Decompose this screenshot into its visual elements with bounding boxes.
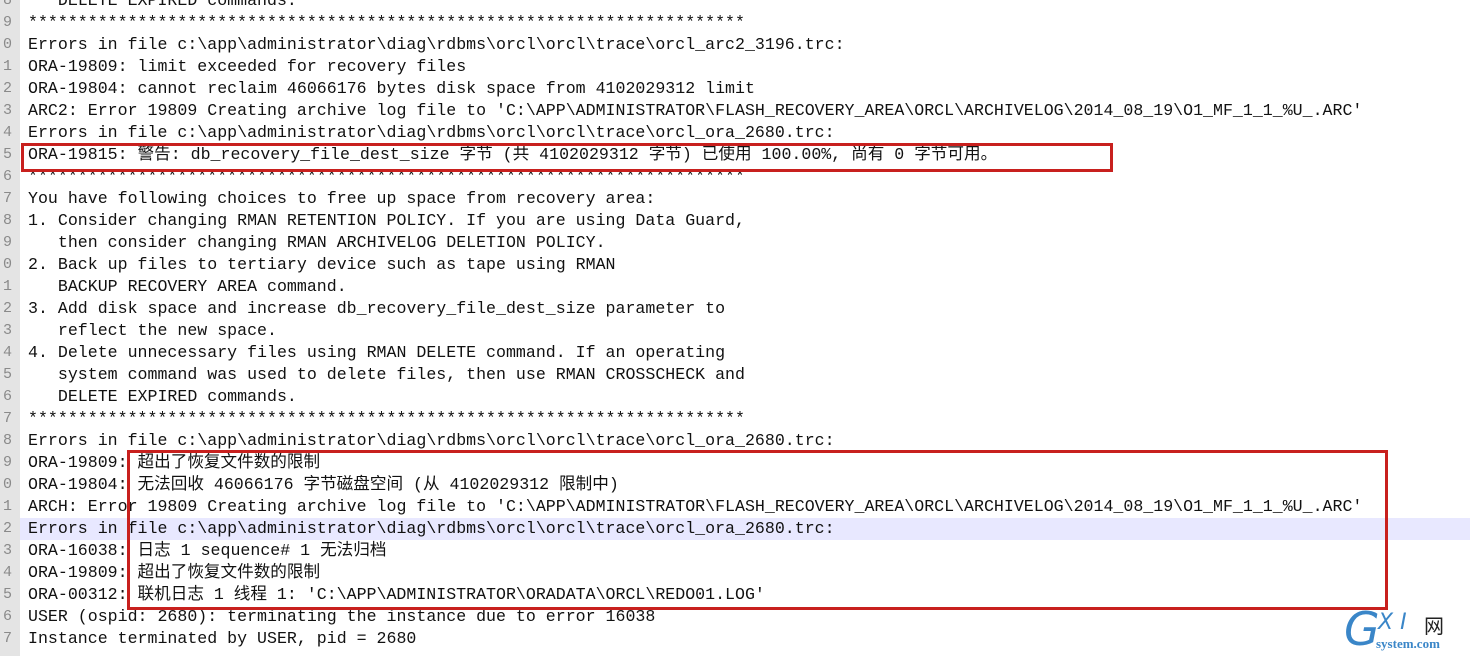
line-number: 5 <box>0 144 20 166</box>
line-text: BACKUP RECOVERY AREA command. <box>28 277 347 296</box>
watermark-g: G <box>1344 602 1380 656</box>
editor-line[interactable]: 7 ***************************************… <box>0 408 1470 430</box>
editor-line[interactable]: 7 Instance terminated by USER, pid = 2680 <box>0 628 1470 650</box>
editor-line[interactable]: 2 ORA-19804: cannot reclaim 46066176 byte… <box>0 78 1470 100</box>
line-number: 0 <box>0 34 20 56</box>
line-number: 4 <box>0 122 20 144</box>
editor-line[interactable]: 3 ARC2: Error 19809 Creating archive log … <box>0 100 1470 122</box>
editor-line[interactable]: 6 ***************************************… <box>0 166 1470 188</box>
line-number: 3 <box>0 100 20 122</box>
line-number: 2 <box>0 78 20 100</box>
editor-line[interactable]: 1 BACKUP RECOVERY AREA command. <box>0 276 1470 298</box>
line-number: 4 <box>0 342 20 364</box>
line-number: 8 <box>0 430 20 452</box>
line-number: 9 <box>0 452 20 474</box>
line-number: 2 <box>0 298 20 320</box>
editor-line[interactable]: 4 ORA-19809: 超出了恢复文件数的限制 <box>0 562 1470 584</box>
editor-line[interactable]: 8 Errors in file c:\app\administrator\dia… <box>0 430 1470 452</box>
editor-line[interactable]: 8 DELETE EXPIRED commands. <box>0 0 1470 12</box>
watermark-xi: X I <box>1378 610 1407 635</box>
line-number: 5 <box>0 364 20 386</box>
editor-line[interactable]: 0 Errors in file c:\app\administrator\dia… <box>0 34 1470 56</box>
line-text: ORA-19815: 警告: db_recovery_file_dest_siz… <box>28 145 998 164</box>
editor-line[interactable]: 5 system command was used to delete file… <box>0 364 1470 386</box>
editor-line[interactable]: 7 You have following choices to free up s… <box>0 188 1470 210</box>
line-number: 3 <box>0 320 20 342</box>
text-editor[interactable]: 8 DELETE EXPIRED commands. 9 *************… <box>0 0 1470 656</box>
line-number: 7 <box>0 628 20 650</box>
line-text: Errors in file c:\app\administrator\diag… <box>28 519 835 538</box>
line-number: 8 <box>0 210 20 232</box>
editor-line[interactable]: 8 1. Consider changing RMAN RETENTION POL… <box>0 210 1470 232</box>
line-text: ORA-16038: 日志 1 sequence# 1 无法归档 <box>28 541 387 560</box>
editor-line[interactable]: 3 ORA-16038: 日志 1 sequence# 1 无法归档 <box>0 540 1470 562</box>
line-text: ARC2: Error 19809 Creating archive log f… <box>28 101 1363 120</box>
line-text: 1. Consider changing RMAN RETENTION POLI… <box>28 211 745 230</box>
line-number: 2 <box>0 518 20 540</box>
editor-line[interactable]: 6 DELETE EXPIRED commands. <box>0 386 1470 408</box>
watermark-cn: 网 <box>1424 614 1444 638</box>
editor-line[interactable]: 2 3. Add disk space and increase db_recov… <box>0 298 1470 320</box>
line-text: system command was used to delete files,… <box>28 365 745 384</box>
line-text: ORA-19804: cannot reclaim 46066176 bytes… <box>28 79 755 98</box>
line-text: ****************************************… <box>28 167 745 186</box>
line-text: You have following choices to free up sp… <box>28 189 656 208</box>
line-text: then consider changing RMAN ARCHIVELOG D… <box>28 233 606 252</box>
line-number: 4 <box>0 562 20 584</box>
line-number: 0 <box>0 254 20 276</box>
line-text: Errors in file c:\app\administrator\diag… <box>28 431 835 450</box>
line-text: DELETE EXPIRED commands. <box>28 387 297 406</box>
line-text: Errors in file c:\app\administrator\diag… <box>28 123 835 142</box>
line-number: 6 <box>0 606 20 628</box>
line-number: 7 <box>0 188 20 210</box>
line-text: Instance terminated by USER, pid = 2680 <box>28 629 417 648</box>
editor-line[interactable]: 1 ARCH: Error 19809 Creating archive log … <box>0 496 1470 518</box>
editor-line[interactable]: 6 USER (ospid: 2680): terminating the ins… <box>0 606 1470 628</box>
editor-line[interactable]: 2 Errors in file c:\app\administrator\dia… <box>0 518 1470 540</box>
line-text: Errors in file c:\app\administrator\diag… <box>28 35 845 54</box>
line-number: 1 <box>0 56 20 78</box>
line-number: 9 <box>0 12 20 34</box>
line-text: ORA-19809: 超出了恢复文件数的限制 <box>28 563 321 582</box>
line-number: 5 <box>0 584 20 606</box>
editor-line[interactable]: 3 reflect the new space. <box>0 320 1470 342</box>
editor-line[interactable]: 9 ORA-19809: 超出了恢复文件数的限制 <box>0 452 1470 474</box>
line-number: 1 <box>0 496 20 518</box>
watermark-domain: system.com <box>1376 636 1440 651</box>
line-number: 6 <box>0 386 20 408</box>
line-text: 4. Delete unnecessary files using RMAN D… <box>28 343 726 362</box>
line-text: 3. Add disk space and increase db_recove… <box>28 299 726 318</box>
line-text: ORA-19809: limit exceeded for recovery f… <box>28 57 467 76</box>
line-number: 7 <box>0 408 20 430</box>
line-text: ORA-00312: 联机日志 1 线程 1: 'C:\APP\ADMINIST… <box>28 585 765 604</box>
line-number: 1 <box>0 276 20 298</box>
editor-line[interactable]: 9 then consider changing RMAN ARCHIVELOG… <box>0 232 1470 254</box>
line-text: reflect the new space. <box>28 321 277 340</box>
line-number: 0 <box>0 474 20 496</box>
line-text: ****************************************… <box>28 13 745 32</box>
line-number: 3 <box>0 540 20 562</box>
editor-line[interactable]: 4 4. Delete unnecessary files using RMAN … <box>0 342 1470 364</box>
line-text: USER (ospid: 2680): terminating the inst… <box>28 607 656 626</box>
line-text: ORA-19804: 无法回收 46066176 字节磁盘空间 (从 41020… <box>28 475 619 494</box>
watermark-logo: G X I 网 system.com <box>1344 602 1464 656</box>
line-text: DELETE EXPIRED commands. <box>28 0 297 10</box>
line-text: 2. Back up files to tertiary device such… <box>28 255 616 274</box>
editor-line[interactable]: 0 ORA-19804: 无法回收 46066176 字节磁盘空间 (从 4102… <box>0 474 1470 496</box>
editor-line[interactable]: 4 Errors in file c:\app\administrator\dia… <box>0 122 1470 144</box>
line-number: 9 <box>0 232 20 254</box>
editor-line[interactable]: 0 2. Back up files to tertiary device suc… <box>0 254 1470 276</box>
editor-line[interactable]: 5 ORA-19815: 警告: db_recovery_file_dest_si… <box>0 144 1470 166</box>
editor-line[interactable]: 9 ***************************************… <box>0 12 1470 34</box>
line-number: 8 <box>0 0 20 12</box>
line-text: ARCH: Error 19809 Creating archive log f… <box>28 497 1363 516</box>
line-text: ORA-19809: 超出了恢复文件数的限制 <box>28 453 321 472</box>
line-text: ****************************************… <box>28 409 745 428</box>
editor-line[interactable]: 5 ORA-00312: 联机日志 1 线程 1: 'C:\APP\ADMINIS… <box>0 584 1470 606</box>
editor-line[interactable]: 1 ORA-19809: limit exceeded for recovery … <box>0 56 1470 78</box>
line-number: 6 <box>0 166 20 188</box>
